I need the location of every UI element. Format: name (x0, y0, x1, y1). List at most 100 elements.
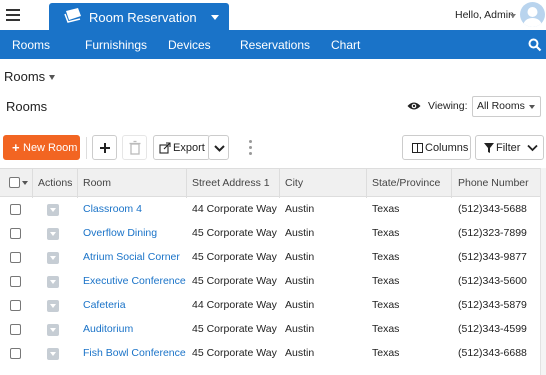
viewing-select[interactable]: All Rooms (472, 96, 541, 117)
room-link[interactable]: Overflow Dining (83, 227, 157, 239)
avatar[interactable] (520, 2, 545, 27)
search-icon[interactable] (528, 38, 542, 52)
plus-icon: + (12, 140, 20, 155)
columns-icon (412, 143, 423, 153)
street-address-cell: 45 Corporate Way (192, 251, 277, 263)
page-title-caret-icon[interactable] (49, 75, 55, 80)
phone-cell: (512)343-5600 (458, 275, 527, 287)
row-actions-icon[interactable] (47, 348, 59, 360)
nav-item-furnishings[interactable]: Furnishings (85, 38, 147, 52)
select-all-checkbox[interactable] (9, 177, 20, 188)
room-link[interactable]: Auditorium (83, 323, 133, 335)
table-row: Atrium Social Corner 45 Corporate Way Au… (0, 246, 546, 270)
table-scrollbar[interactable] (540, 168, 546, 375)
city-cell: Austin (285, 347, 315, 359)
page-title[interactable]: Rooms (4, 69, 45, 84)
column-header-phone[interactable]: Phone Number (458, 177, 529, 189)
main-nav: Rooms Furnishings Devices Reservations C… (0, 30, 546, 59)
row-checkbox[interactable] (10, 348, 21, 359)
kebab-icon[interactable] (249, 140, 253, 156)
export-options-button[interactable] (208, 135, 229, 160)
state-cell: Texas (372, 347, 400, 359)
row-checkbox[interactable] (10, 228, 21, 239)
column-divider (186, 169, 187, 198)
nav-item-chart[interactable]: Chart (331, 38, 360, 52)
columns-button[interactable]: Columns (402, 135, 471, 160)
row-actions-icon[interactable] (47, 252, 59, 264)
table-row: Executive Conference 45 Corporate Way Au… (0, 270, 546, 294)
plus-icon (100, 143, 110, 153)
table-row: Auditorium 45 Corporate Way Austin Texas… (0, 318, 546, 342)
new-room-button[interactable]: + New Room (3, 135, 80, 160)
column-divider (366, 169, 367, 198)
state-cell: Texas (372, 227, 400, 239)
user-menu-caret-icon[interactable] (510, 14, 516, 18)
toolbar-divider (86, 137, 87, 159)
nav-item-rooms[interactable]: Rooms (12, 38, 50, 52)
top-bar: Room Reservation Hello, Admin (0, 0, 546, 31)
row-actions-icon[interactable] (47, 204, 59, 216)
column-divider (77, 169, 78, 198)
phone-cell: (512)343-6688 (458, 347, 527, 359)
city-cell: Austin (285, 251, 315, 263)
room-link[interactable]: Executive Conference (83, 275, 186, 287)
phone-cell: (512)343-9877 (458, 251, 527, 263)
row-actions-icon[interactable] (47, 300, 59, 312)
chevron-down-icon (527, 144, 538, 152)
street-address-cell: 45 Corporate Way (192, 227, 277, 239)
state-cell: Texas (372, 203, 400, 215)
row-checkbox[interactable] (10, 324, 21, 335)
row-checkbox[interactable] (10, 300, 21, 311)
nav-item-reservations[interactable]: Reservations (240, 38, 310, 52)
new-room-label: New Room (23, 142, 78, 154)
phone-cell: (512)343-5879 (458, 299, 527, 311)
street-address-cell: 44 Corporate Way (192, 203, 277, 215)
column-header-state[interactable]: State/Province (372, 177, 440, 189)
table-header: Actions Room Street Address 1 City State… (0, 168, 546, 198)
room-link[interactable]: Atrium Social Corner (83, 251, 180, 263)
app-switcher[interactable]: Room Reservation (49, 3, 229, 31)
street-address-cell: 45 Corporate Way (192, 323, 277, 335)
delete-button[interactable] (122, 135, 147, 160)
chevron-down-icon (211, 15, 219, 20)
street-address-cell: 45 Corporate Way (192, 275, 277, 287)
city-cell: Austin (285, 203, 315, 215)
column-header-room[interactable]: Room (83, 177, 111, 189)
table-row: Overflow Dining 45 Corporate Way Austin … (0, 222, 546, 246)
column-divider (451, 169, 452, 198)
room-link[interactable]: Classroom 4 (83, 203, 142, 215)
row-actions-icon[interactable] (47, 324, 59, 336)
state-cell: Texas (372, 275, 400, 287)
street-address-cell: 44 Corporate Way (192, 299, 277, 311)
room-link[interactable]: Fish Bowl Conference (83, 347, 186, 359)
section-title: Rooms (6, 99, 48, 114)
nav-item-devices[interactable]: Devices (168, 38, 211, 52)
city-cell: Austin (285, 323, 315, 335)
street-address-cell: 45 Corporate Way (192, 347, 277, 359)
chevron-down-icon[interactable] (22, 181, 28, 185)
export-button[interactable]: Export (153, 135, 210, 160)
trash-icon (129, 140, 141, 155)
menu-icon[interactable] (6, 9, 20, 21)
filter-button[interactable]: Filter (475, 135, 544, 160)
export-icon (159, 142, 171, 154)
city-cell: Austin (285, 275, 315, 287)
row-actions-icon[interactable] (47, 228, 59, 240)
viewing-label: Viewing: (428, 100, 468, 112)
row-checkbox[interactable] (10, 252, 21, 263)
viewing-select-value: All Rooms (477, 100, 525, 112)
user-greeting[interactable]: Hello, Admin (455, 9, 514, 21)
chevron-down-icon (529, 105, 535, 109)
state-cell: Texas (372, 251, 400, 263)
table-row: Fish Bowl Conference 45 Corporate Way Au… (0, 342, 546, 366)
row-checkbox[interactable] (10, 204, 21, 215)
column-header-city[interactable]: City (285, 177, 303, 189)
row-actions-icon[interactable] (47, 276, 59, 288)
column-header-street-address[interactable]: Street Address 1 (192, 177, 270, 189)
row-checkbox[interactable] (10, 276, 21, 287)
add-button[interactable] (92, 135, 117, 160)
table-row: Cafeteria 44 Corporate Way Austin Texas … (0, 294, 546, 318)
room-link[interactable]: Cafeteria (83, 299, 126, 311)
eye-icon (407, 102, 421, 110)
app-title: Room Reservation (89, 10, 197, 25)
